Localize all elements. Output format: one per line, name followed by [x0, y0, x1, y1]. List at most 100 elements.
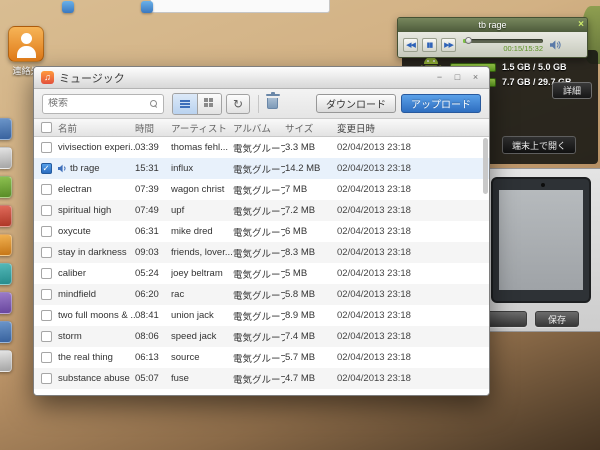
progress-area: 00:15/15:32: [463, 36, 543, 52]
table-row[interactable]: mindfield 06:20 rac 電気グループのデ... 5.8 MB 0…: [34, 284, 489, 305]
song-date: 02/04/2013 23:18: [337, 163, 411, 174]
song-name: oxycute: [58, 226, 91, 237]
song-album: 電気グループのデ...: [233, 353, 285, 365]
column-header-size[interactable]: サイズ: [285, 121, 337, 135]
song-artist: influx: [171, 163, 194, 174]
table-row[interactable]: caliber 05:24 joey beltram 電気グループのデ... 5…: [34, 263, 489, 284]
row-checkbox[interactable]: [40, 373, 52, 384]
row-checkbox[interactable]: [40, 352, 52, 363]
row-checkbox[interactable]: [40, 142, 52, 153]
speaker-icon: [58, 164, 67, 173]
refresh-button[interactable]: ↻: [226, 93, 250, 114]
desktop-icon[interactable]: [0, 292, 12, 314]
table-row[interactable]: ✓ tb rage 15:31 influx 電気グループのデ... 14.2 …: [34, 158, 489, 179]
table-row[interactable]: the real thing 06:13 source 電気グループのデ... …: [34, 347, 489, 368]
song-date: 02/04/2013 23:18: [337, 205, 411, 216]
details-button[interactable]: 詳細: [552, 82, 592, 99]
close-button[interactable]: ×: [469, 71, 482, 84]
column-header-album[interactable]: アルバム: [233, 121, 285, 135]
toolbar-divider: [258, 94, 259, 113]
pause-button[interactable]: ▮▮: [422, 38, 437, 52]
song-size: 6 MB: [285, 226, 308, 237]
song-album: 電気グループのデ...: [233, 332, 285, 344]
table-row[interactable]: storm 08:06 speed jack 電気グループのデ... 7.4 M…: [34, 326, 489, 347]
mini-player: tb rage × ◀◀ ▮▮ ▶▶ 00:15/15:32: [397, 17, 588, 58]
song-artist: speed jack: [171, 331, 217, 342]
song-date: 02/04/2013 23:18: [337, 373, 411, 384]
mini-player-close-icon[interactable]: ×: [578, 18, 584, 31]
desktop-icon[interactable]: [0, 176, 12, 198]
desktop-icon[interactable]: [0, 321, 12, 343]
delete-icon[interactable]: [265, 92, 280, 109]
row-checkbox[interactable]: ✓: [40, 163, 52, 174]
song-date: 02/04/2013 23:18: [337, 268, 411, 279]
song-time: 05:07: [135, 373, 159, 384]
song-name: two full moons & ...: [58, 310, 135, 321]
song-size: 4.7 MB: [285, 373, 316, 384]
desktop-icon[interactable]: [0, 205, 12, 227]
row-checkbox[interactable]: [40, 310, 52, 321]
table-row[interactable]: oxycute 06:31 mike dred 電気グループのデ... 6 MB…: [34, 221, 489, 242]
song-artist: joey beltram: [171, 268, 223, 279]
maximize-button[interactable]: □: [451, 71, 464, 84]
table-row[interactable]: stay in darkness 09:03 friends, lover...…: [34, 242, 489, 263]
mini-player-titlebar[interactable]: tb rage ×: [398, 18, 587, 32]
row-checkbox[interactable]: [40, 289, 52, 300]
grid-view-button[interactable]: [197, 93, 221, 114]
desktop-icon[interactable]: [0, 263, 12, 285]
mini-player-body: ◀◀ ▮▮ ▶▶ 00:15/15:32: [398, 32, 587, 57]
next-track-button[interactable]: ▶▶: [441, 38, 456, 52]
table-row[interactable]: two full moons & ... 08:41 union jack 電気…: [34, 305, 489, 326]
seek-bar[interactable]: [463, 36, 543, 44]
row-checkbox[interactable]: [40, 247, 52, 258]
search-icon[interactable]: [150, 99, 158, 108]
minimize-button[interactable]: −: [433, 71, 446, 84]
song-name: tb rage: [70, 163, 100, 174]
column-header-artist[interactable]: アーティスト: [171, 121, 233, 135]
list-view-button[interactable]: [173, 93, 197, 114]
song-size: 5.8 MB: [285, 289, 316, 300]
music-window-titlebar[interactable]: ♫ ミュージック − □ ×: [34, 67, 489, 89]
search-input[interactable]: [48, 98, 147, 109]
save-button[interactable]: 保存: [535, 311, 579, 327]
row-checkbox[interactable]: [40, 205, 52, 216]
volume-icon[interactable]: [550, 40, 561, 50]
row-checkbox[interactable]: [40, 184, 52, 195]
table-row[interactable]: spiritual high 07:49 upf 電気グループのデ... 7.2…: [34, 200, 489, 221]
contacts-desktop-icon[interactable]: [8, 26, 44, 62]
desktop-icon[interactable]: [0, 234, 12, 256]
row-checkbox[interactable]: [40, 268, 52, 279]
desktop-icon[interactable]: [0, 350, 12, 372]
column-header-time[interactable]: 時間: [135, 121, 171, 135]
row-checkbox[interactable]: [40, 226, 52, 237]
desktop-icon[interactable]: [0, 118, 12, 140]
view-toggle: [172, 92, 222, 115]
song-time: 09:03: [135, 247, 159, 258]
table-row[interactable]: substance abuse 05:07 fuse 電気グループのデ... 4…: [34, 368, 489, 389]
song-artist: mike dred: [171, 226, 213, 237]
desktop-icon[interactable]: [0, 147, 12, 169]
song-size: 7.4 MB: [285, 331, 316, 342]
song-album: 電気グループのデ...: [233, 248, 285, 260]
open-on-device-button[interactable]: 端末上で開く: [501, 136, 576, 154]
row-checkbox[interactable]: [40, 331, 52, 342]
column-header-name[interactable]: 名前: [58, 121, 135, 135]
upload-button[interactable]: アップロード: [401, 94, 481, 113]
column-header-date[interactable]: 変更日時: [337, 121, 489, 135]
download-button[interactable]: ダウンロード: [316, 94, 396, 113]
table-row[interactable]: vivisection experi... 03:39 thomas fehl.…: [34, 137, 489, 158]
table-row[interactable]: electran 07:39 wagon christ 電気グループのデ... …: [34, 179, 489, 200]
preview-secondary-button[interactable]: [487, 311, 527, 327]
song-time: 08:06: [135, 331, 159, 342]
seek-bar-thumb[interactable]: [465, 36, 473, 44]
song-date: 02/04/2013 23:18: [337, 142, 411, 153]
device-preview-window: 保存: [478, 168, 600, 332]
table-scrollbar[interactable]: [483, 138, 488, 194]
song-time: 05:24: [135, 268, 159, 279]
select-all-checkbox[interactable]: [40, 122, 52, 133]
song-date: 02/04/2013 23:18: [337, 184, 411, 195]
device-screen: [499, 190, 583, 290]
song-name: electran: [58, 184, 92, 195]
storage-internal-value: 1.5 GB / 5.0 GB: [502, 62, 567, 72]
previous-track-button[interactable]: ◀◀: [403, 38, 418, 52]
